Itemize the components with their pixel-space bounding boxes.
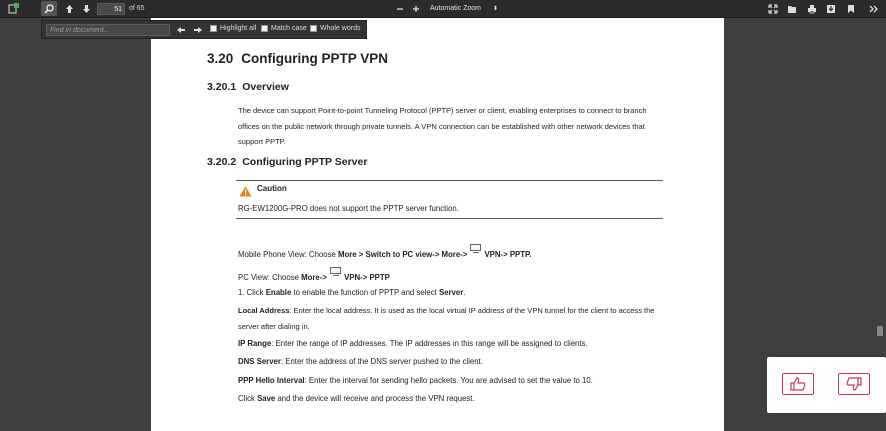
sidebar-toggle-icon[interactable] (5, 1, 21, 16)
section-heading: 3.20 Configuring PPTP VPN (207, 51, 388, 66)
next-page-icon[interactable] (78, 1, 94, 16)
caution-bottom-rule (236, 218, 663, 219)
thumbs-up-button[interactable] (782, 373, 814, 395)
subsection-number: 3.20.1 (207, 81, 237, 93)
step-1-enable: Enable (265, 288, 292, 297)
whole-words-checkbox[interactable] (310, 25, 317, 32)
ip-range-label: IP Range (238, 339, 272, 348)
zoom-in-icon[interactable] (408, 1, 424, 16)
subsection-heading-overview: 3.20.1 Overview (207, 81, 289, 93)
previous-page-icon[interactable] (61, 1, 77, 16)
section-title: Configuring PPTP VPN (241, 51, 389, 66)
save-text-b: Save (257, 394, 276, 403)
step-1-line: 1. Click Enable to enable the function o… (238, 288, 466, 297)
thumbs-down-icon (846, 377, 862, 391)
mobile-path: More > Switch to PC view-> More-> (337, 250, 468, 259)
zoom-select-value: Automatic Zoom (430, 5, 481, 12)
dns-server-line: DNS Server: Enter the address of the DNS… (238, 357, 483, 367)
save-text-a: Click (238, 394, 258, 403)
feedback-widget (767, 357, 886, 413)
local-address-label: Local Address (238, 306, 290, 315)
presentation-mode-icon[interactable] (765, 1, 781, 16)
hello-interval-text: : Enter the interval for sending hello p… (304, 376, 593, 385)
step-1-text-c: to enable the function of PPTP and selec… (291, 288, 439, 297)
thumbs-up-icon (790, 377, 806, 391)
mobile-suffix: VPN-> PPTP. (484, 250, 532, 259)
page-count-label: of 65 (129, 5, 145, 12)
overview-paragraph: The device can support Point-to-point Tu… (238, 106, 647, 146)
find-next-icon[interactable] (192, 24, 204, 36)
match-case-label: Match case (271, 25, 307, 32)
scrollbar-thumb[interactable] (877, 326, 883, 336)
tools-icon[interactable] (866, 1, 882, 16)
zoom-out-icon[interactable] (392, 1, 408, 16)
match-case-checkbox[interactable] (261, 25, 268, 32)
mobile-prefix: Mobile Phone View: Choose (238, 250, 338, 259)
caution-title: Caution (257, 184, 287, 193)
bookmark-icon[interactable] (843, 1, 859, 16)
local-address-text: : Enter the local address. It is used as… (238, 306, 655, 331)
dns-server-label: DNS Server (238, 357, 281, 366)
pdf-page: 3.20 Configuring PPTP VPN 3.20.1 Overview … (151, 18, 724, 431)
find-bar: Highlight all Match case Whole words (41, 20, 367, 39)
search-icon[interactable] (41, 1, 57, 16)
pc-prefix: PC View: Choose (238, 273, 302, 282)
vpn-menu-icon (330, 267, 343, 277)
vpn-menu-icon (470, 244, 483, 254)
zoom-select[interactable]: Automatic Zoom ⬍ (426, 3, 502, 15)
subsection-number: 3.20.2 (207, 156, 237, 168)
mobile-view-line: Mobile Phone View: Choose More > Switch … (238, 244, 531, 260)
whole-words-label: Whole words (320, 25, 361, 32)
dns-server-text: : Enter the address of the DNS server pu… (280, 357, 483, 366)
save-text-c: and the device will receive and process … (275, 394, 475, 403)
print-icon[interactable] (804, 1, 820, 16)
hello-interval-line: PPP Hello Interval: Enter the interval f… (238, 376, 593, 386)
page-number-input[interactable] (97, 3, 125, 15)
pc-suffix: VPN-> PPTP (344, 273, 390, 282)
caution-text: RG-EW1200G-PRO does not support the PPTP… (238, 204, 459, 213)
download-icon[interactable] (823, 1, 839, 16)
select-caret-icon: ⬍ (492, 6, 498, 12)
hello-interval-label: PPP Hello Interval (238, 376, 305, 385)
highlight-all-label: Highlight all (220, 25, 257, 32)
highlight-all-checkbox[interactable] (210, 25, 217, 32)
subsection-heading-pptp-server: 3.20.2 Configuring PPTP Server (207, 156, 367, 168)
pc-path: More-> (301, 273, 327, 282)
subsection-title: Configuring PPTP Server (242, 156, 368, 168)
warning-icon (239, 184, 252, 202)
thumbs-down-button[interactable] (838, 373, 870, 395)
caution-top-rule (236, 180, 663, 181)
highlight-all-option[interactable]: Highlight all (210, 25, 256, 32)
step-1-server: Server (438, 288, 464, 297)
match-case-option[interactable]: Match case (261, 25, 307, 32)
step-1-text-a: 1. Click (238, 288, 266, 297)
pc-view-line: PC View: Choose More-> VPN-> PPTP (238, 267, 390, 283)
subsection-title: Overview (242, 81, 289, 93)
section-number: 3.20 (207, 51, 234, 66)
ip-range-text: : Enter the range of IP addresses. The I… (271, 339, 588, 348)
pdf-toolbar: of 65 Automatic Zoom ⬍ (0, 0, 886, 18)
find-input[interactable] (46, 24, 170, 36)
ip-range-line: IP Range: Enter the range of IP addresse… (238, 339, 588, 349)
save-line: Click Save and the device will receive a… (238, 394, 475, 404)
local-address-paragraph: Local Address: Enter the local address. … (238, 303, 663, 334)
whole-words-option[interactable]: Whole words (310, 25, 360, 32)
open-file-icon[interactable] (784, 1, 800, 16)
find-previous-icon[interactable] (175, 24, 187, 36)
